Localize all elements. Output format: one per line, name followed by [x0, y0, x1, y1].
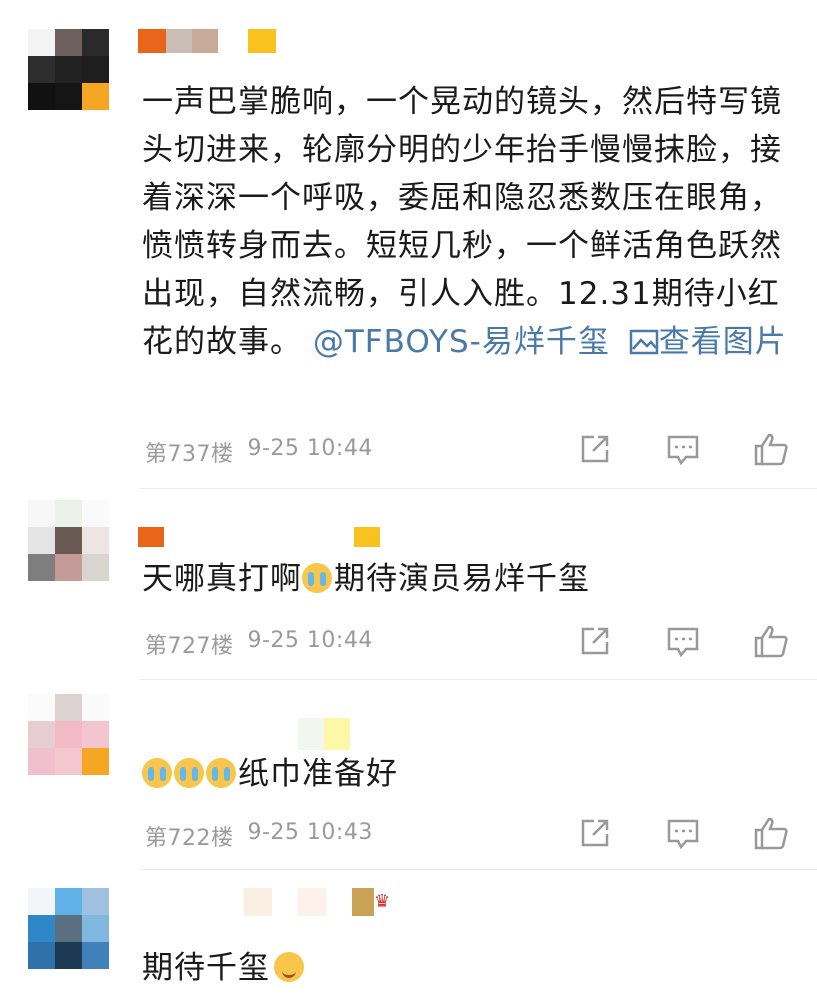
reply-button[interactable]: [663, 813, 703, 853]
floor-number: 第727楼: [145, 634, 234, 659]
comment-icon: [667, 819, 699, 850]
comment-prefix: 天哪真打啊: [142, 561, 302, 597]
like-icon: [754, 433, 788, 466]
comment-text: 天哪真打啊 期待演员易烊千玺: [142, 555, 792, 603]
comment-icon: [667, 435, 699, 466]
avatar[interactable]: [28, 694, 109, 775]
crying-face-emoji: [302, 563, 332, 593]
comment-item: 天哪真打啊 期待演员易烊千玺 第727楼 9-25 10:44: [0, 490, 817, 680]
timestamp: 9-25 10:44: [247, 436, 373, 461]
comment-meta: 第722楼 9-25 10:43: [145, 820, 373, 852]
crying-face-emoji: [142, 758, 172, 788]
comment-actions: [575, 813, 791, 853]
comment-meta: 第727楼 9-25 10:44: [145, 628, 373, 660]
comment-actions: [575, 621, 791, 661]
comment-body: 期待千玺: [142, 950, 270, 986]
timestamp: 9-25 10:44: [247, 628, 373, 653]
comment-meta: 第737楼 9-25 10:44: [145, 436, 373, 468]
avatar[interactable]: [28, 29, 109, 110]
timestamp: 9-25 10:43: [247, 820, 373, 845]
comment-body: 期待演员易烊千玺: [334, 561, 590, 597]
comment-text: 期待千玺: [142, 944, 792, 992]
like-button[interactable]: [751, 429, 791, 469]
view-image-label: 查看图片: [658, 324, 787, 360]
share-button[interactable]: [575, 621, 615, 661]
reply-button[interactable]: [663, 429, 703, 469]
share-icon: [581, 819, 609, 847]
comment-item: 一声巴掌脆响，一个晃动的镜头，然后特写镜头切进来，轮廓分明的少年抬手慢慢抹脸，接…: [0, 0, 817, 490]
divider: [140, 488, 817, 489]
username[interactable]: ♛: [138, 888, 390, 916]
username[interactable]: [138, 29, 276, 53]
reply-button[interactable]: [663, 621, 703, 661]
like-icon: [754, 817, 788, 850]
floor-number: 第722楼: [145, 826, 234, 851]
smiling-face-emoji: [274, 952, 304, 982]
crying-face-emoji: [174, 758, 204, 788]
comment-item: ♛ 期待千玺: [0, 870, 817, 1000]
share-icon: [581, 435, 609, 463]
share-button[interactable]: [575, 813, 615, 853]
like-button[interactable]: [751, 813, 791, 853]
image-icon: [629, 329, 658, 355]
avatar[interactable]: [28, 500, 109, 581]
floor-number: 第737楼: [145, 442, 234, 467]
mention-link[interactable]: @TFBOYS-易烊千玺: [313, 324, 610, 360]
crying-face-emoji: [206, 758, 236, 788]
share-icon: [581, 627, 609, 655]
share-button[interactable]: [575, 429, 615, 469]
comment-item: 纸巾准备好 第722楼 9-25 10:43: [0, 680, 817, 870]
like-icon: [754, 625, 788, 658]
comment-icon: [667, 627, 699, 658]
crown-badge-icon: ♛: [374, 891, 391, 912]
avatar[interactable]: [28, 888, 109, 969]
comment-actions: [575, 429, 791, 469]
comment-body: 纸巾准备好: [238, 756, 398, 792]
comment-text: 一声巴掌脆响，一个晃动的镜头，然后特写镜头切进来，轮廓分明的少年抬手慢慢抹脸，接…: [142, 78, 792, 366]
username[interactable]: [138, 527, 380, 547]
comment-text: 纸巾准备好: [142, 750, 792, 798]
like-button[interactable]: [751, 621, 791, 661]
comment-body: 一声巴掌脆响，一个晃动的镜头，然后特写镜头切进来，轮廓分明的少年抬手慢慢抹脸，接…: [142, 84, 782, 360]
username[interactable]: [138, 718, 350, 750]
view-image-link[interactable]: 查看图片: [621, 324, 787, 360]
